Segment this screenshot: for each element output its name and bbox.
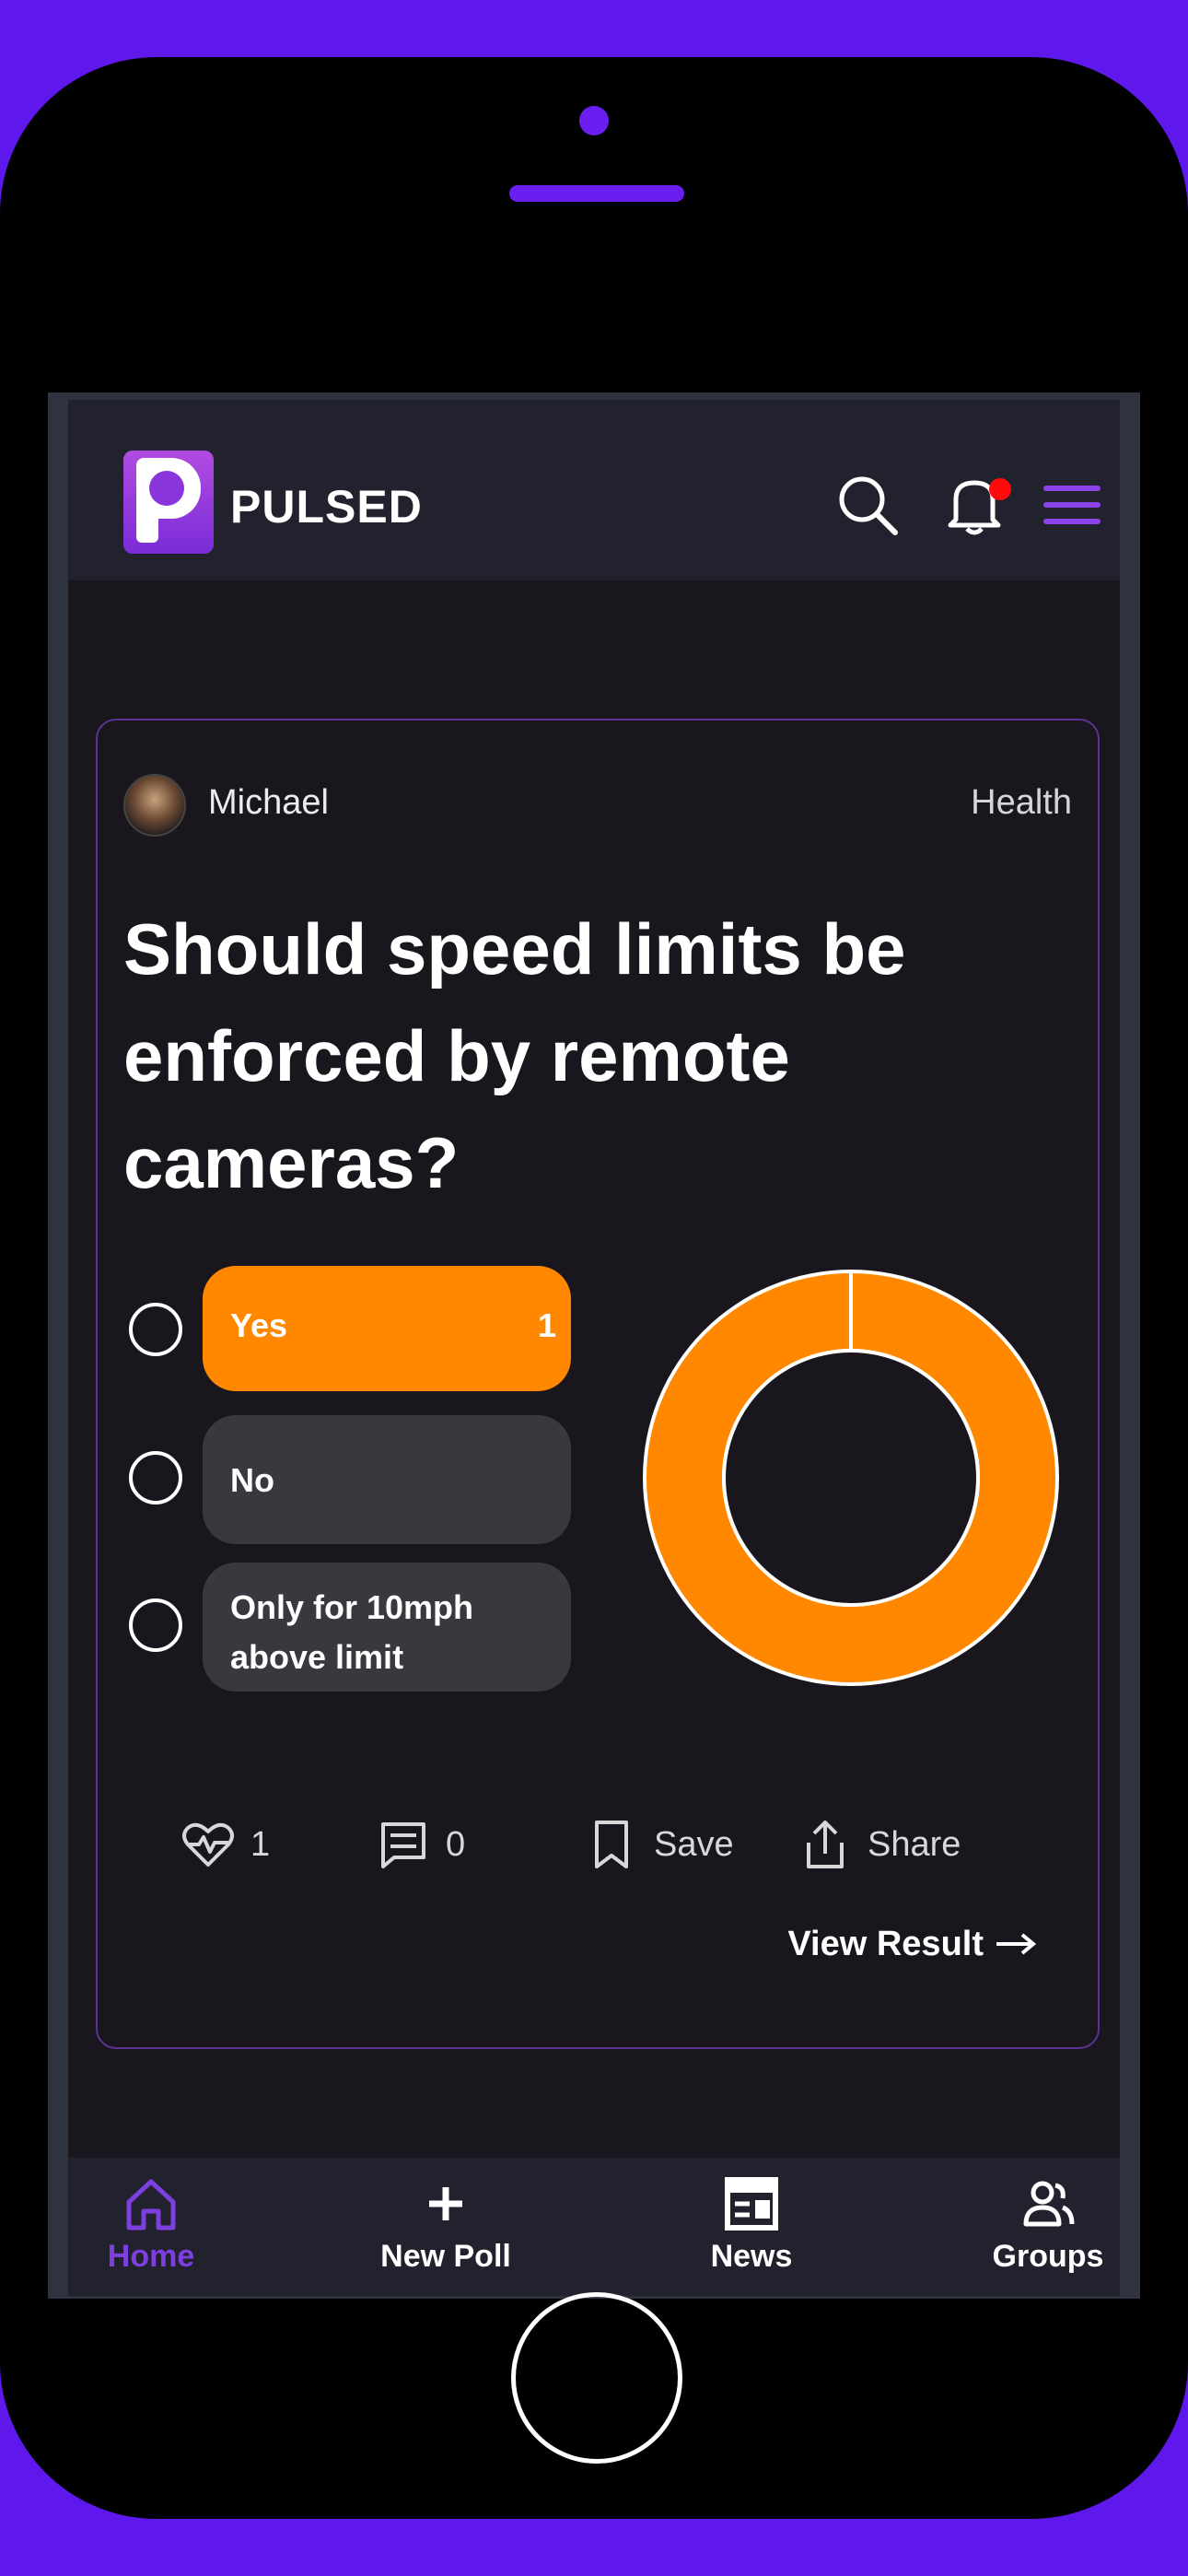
share-button[interactable]: Share: [798, 1815, 961, 1874]
home-button[interactable]: [511, 2292, 682, 2464]
comment-button[interactable]: 0: [376, 1815, 465, 1874]
bottom-nav: Home New Poll News Groups: [68, 2158, 1120, 2296]
share-icon: [807, 1821, 844, 1868]
nav-item-news[interactable]: News: [669, 2174, 834, 2275]
nav-label: News: [710, 2239, 793, 2274]
like-button[interactable]: 1: [181, 1815, 270, 1874]
save-button[interactable]: Save: [584, 1815, 734, 1874]
nav-item-groups[interactable]: Groups: [965, 2174, 1120, 2275]
post-actions: 1 0 Save Share: [98, 1808, 1101, 1881]
nav-label: Groups: [992, 2239, 1104, 2274]
avatar[interactable]: [123, 774, 186, 837]
plus-icon: [429, 2187, 462, 2220]
heart-pulse-icon: [182, 1822, 234, 1867]
news-icon: [725, 2177, 778, 2231]
pulsed-logo-icon[interactable]: [123, 451, 214, 554]
donut-hole: [722, 1349, 980, 1607]
nav-item-home[interactable]: Home: [68, 2174, 234, 2275]
nav-item-new-poll[interactable]: New Poll: [363, 2174, 529, 2275]
results-donut-chart: [643, 1270, 1059, 1686]
menu-icon[interactable]: [1039, 472, 1105, 538]
option-label: No: [230, 1461, 274, 1499]
option-vote-count: 1: [537, 1306, 556, 1344]
like-count: 1: [250, 1824, 271, 1864]
groups-icon: [1023, 2181, 1075, 2227]
category-label[interactable]: Health: [971, 783, 1072, 823]
comment-icon: [381, 1822, 425, 1868]
option-radio-no[interactable]: [129, 1451, 182, 1505]
nav-label: Home: [107, 2239, 195, 2274]
screen: PULSED Michael Health Should speed limit…: [48, 392, 1140, 2299]
notification-dot: [989, 478, 1011, 500]
bookmark-icon: [595, 1821, 628, 1868]
option-label: Yes: [230, 1306, 288, 1344]
view-result-label: View Result: [787, 1924, 984, 1963]
phone-frame: PULSED Michael Health Should speed limit…: [0, 57, 1188, 2519]
search-icon[interactable]: [834, 472, 901, 538]
share-label: Share: [868, 1824, 961, 1864]
option-radio-third[interactable]: [129, 1598, 182, 1652]
front-camera: [579, 106, 609, 135]
option-yes[interactable]: Yes 1: [203, 1266, 571, 1391]
poll-card: Michael Health Should speed limits be en…: [96, 719, 1100, 2049]
nav-label: New Poll: [380, 2239, 511, 2274]
option-radio-yes[interactable]: [129, 1303, 182, 1356]
option-third[interactable]: Only for 10mph above limit: [203, 1563, 571, 1692]
option-label: Only for 10mph above limit: [230, 1588, 474, 1676]
app-header: PULSED: [68, 400, 1120, 580]
app-viewport: PULSED Michael Health Should speed limit…: [68, 400, 1120, 2296]
option-no[interactable]: No: [203, 1415, 571, 1544]
comment-count: 0: [446, 1824, 466, 1864]
home-icon: [126, 2179, 176, 2231]
arrow-right-icon: [996, 1933, 1037, 1955]
view-result-link[interactable]: View Result: [787, 1916, 1037, 1972]
save-label: Save: [654, 1824, 734, 1864]
poll-question: Should speed limits be enforced by remot…: [123, 908, 906, 1203]
author-name[interactable]: Michael: [208, 783, 329, 823]
earpiece-speaker: [509, 185, 684, 202]
brand-name[interactable]: PULSED: [230, 479, 423, 534]
